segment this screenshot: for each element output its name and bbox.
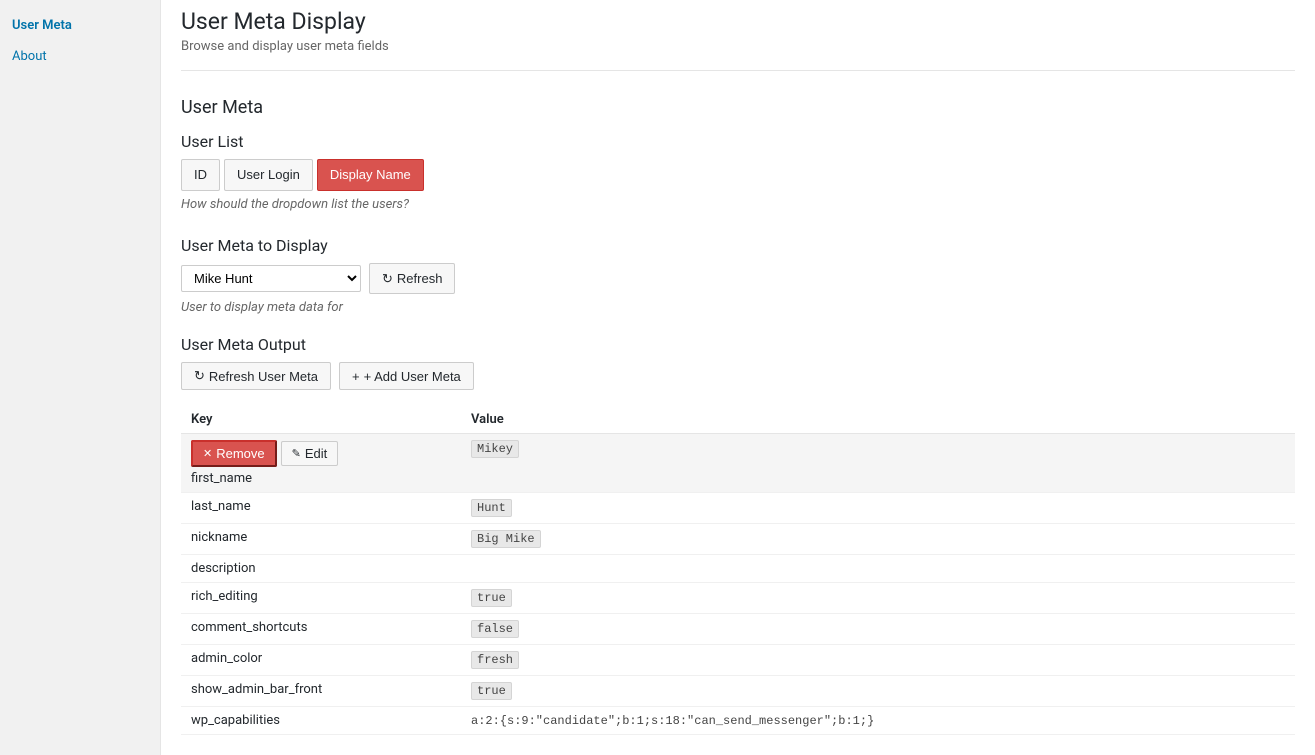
value-cell: true [461,583,1295,614]
table-row: last_name Hunt [181,493,1295,524]
key-label: wp_capabilities [181,707,461,735]
value-cell [461,555,1295,583]
refresh-meta-icon: ↻ [194,368,205,384]
refresh-meta-label: Refresh User Meta [209,369,318,384]
display-name-button[interactable]: Display Name [317,159,424,191]
user-meta-output-section: User Meta Output ↻ Refresh User Meta + +… [181,335,1295,735]
edit-icon: ✎ [292,447,301,460]
page-subtitle: Browse and display user meta fields [181,39,1295,54]
value-cell: true [461,676,1295,707]
remove-icon: ✕ [203,447,212,460]
value-text: a:2:{s:9:"candidate";b:1;s:18:"can_send_… [471,714,874,728]
user-list-section: User List ID User Login Display Name How… [181,132,1295,212]
key-label: show_admin_bar_front [181,676,461,707]
refresh-button[interactable]: ↻ Refresh [369,263,455,295]
value-badge: true [471,589,512,607]
main-content: User Meta Display Browse and display use… [160,0,1315,755]
sidebar-item-about[interactable]: About [0,41,160,72]
add-icon: + [352,369,360,384]
user-meta-display-section: User Meta to Display Mike Hunt John Doe … [181,236,1295,316]
key-label: comment_shortcuts [181,614,461,645]
value-badge: fresh [471,651,519,669]
table-row: show_admin_bar_front true [181,676,1295,707]
edit-button[interactable]: ✎ Edit [281,441,339,466]
value-cell: fresh [461,645,1295,676]
user-meta-hint: User to display meta data for [181,300,1295,315]
table-row: wp_capabilities a:2:{s:9:"candidate";b:1;… [181,707,1295,735]
user-list-label: User List [181,132,1295,151]
value-cell: Big Mike [461,524,1295,555]
table-row: nickname Big Mike [181,524,1295,555]
refresh-label: Refresh [397,269,443,289]
remove-button[interactable]: ✕ Remove [191,440,277,467]
row-actions: ✕ Remove✎ Edit [191,440,451,467]
value-cell: a:2:{s:9:"candidate";b:1;s:18:"can_send_… [461,707,1295,735]
user-select[interactable]: Mike Hunt John Doe Jane Smith [181,265,361,292]
user-meta-output-label: User Meta Output [181,335,1295,354]
table-row: rich_editing true [181,583,1295,614]
value-badge: Hunt [471,499,512,517]
user-list-btn-group: ID User Login Display Name [181,159,1295,191]
table-row: description [181,555,1295,583]
value-badge: Big Mike [471,530,541,548]
table-header-row: Key Value [181,406,1295,434]
dropdown-row: Mike Hunt John Doe Jane Smith ↻ Refresh [181,263,1295,295]
col-key-header: Key [181,406,461,434]
key-label: nickname [181,524,461,555]
col-value-header: Value [461,406,1295,434]
key-label: rich_editing [181,583,461,614]
value-badge: false [471,620,519,638]
key-label: description [181,555,461,583]
key-label: last_name [181,493,461,524]
add-meta-label: + Add User Meta [364,369,461,384]
value-cell: false [461,614,1295,645]
table-row: admin_color fresh [181,645,1295,676]
value-badge: true [471,682,512,700]
add-user-meta-button[interactable]: + + Add User Meta [339,362,474,390]
sidebar: User Meta About [0,0,160,755]
table-row: ✕ Remove✎ Edit first_name Mikey [181,434,1295,493]
key-label: admin_color [181,645,461,676]
section-main-title: User Meta [181,87,1295,118]
key-label: first_name [191,471,451,486]
user-login-button[interactable]: User Login [224,159,313,191]
refresh-icon: ↻ [382,269,393,289]
value-cell: Mikey [461,434,1295,493]
meta-table: Key Value ✕ Remove✎ Edit first_name Mikey l… [181,406,1295,735]
table-row: comment_shortcuts false [181,614,1295,645]
page-title: User Meta Display [181,0,1295,35]
user-list-hint: How should the dropdown list the users? [181,197,1295,212]
id-button[interactable]: ID [181,159,220,191]
sidebar-item-user-meta[interactable]: User Meta [0,10,160,41]
divider [181,70,1295,71]
output-actions: ↻ Refresh User Meta + + Add User Meta [181,362,1295,390]
value-badge: Mikey [471,440,519,458]
refresh-user-meta-button[interactable]: ↻ Refresh User Meta [181,362,331,390]
value-cell: Hunt [461,493,1295,524]
user-meta-display-label: User Meta to Display [181,236,1295,255]
